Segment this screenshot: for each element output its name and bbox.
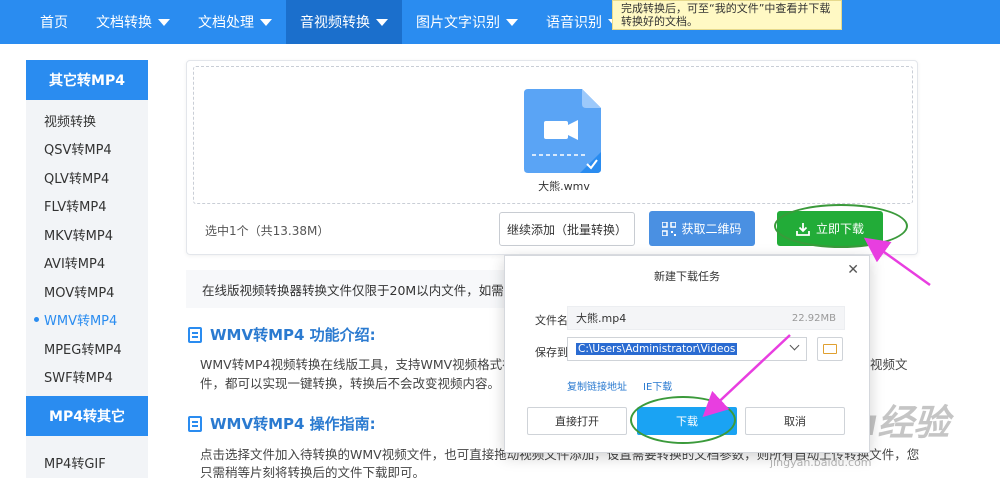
arrow-to-download-now [863, 237, 931, 287]
annotation-arrows [702, 237, 931, 418]
arrow-to-dialog-download [702, 334, 791, 418]
